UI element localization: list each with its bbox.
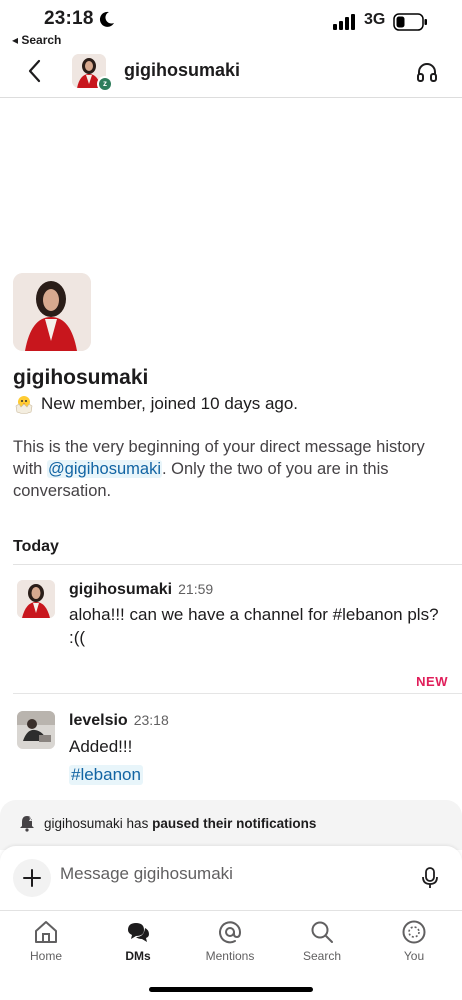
- banner-has: has: [122, 816, 153, 831]
- tab-label: You: [403, 949, 425, 963]
- you-icon: [402, 920, 426, 944]
- message-avatar[interactable]: [17, 580, 55, 618]
- message-text: aloha!!! can we have a channel for #leba…: [69, 605, 439, 647]
- tab-label: Search: [302, 949, 342, 963]
- bell-snooze-icon: z: [20, 816, 34, 832]
- status-bar: 23:18 ◂ Search 3G: [0, 0, 462, 50]
- profile-name[interactable]: gigihosumaki: [13, 366, 148, 390]
- tab-search[interactable]: Search: [282, 917, 362, 969]
- home-icon: [35, 921, 57, 943]
- home-indicator: [149, 987, 313, 992]
- conversation-header: z gigihosumaki: [0, 50, 462, 98]
- conversation-title[interactable]: gigihosumaki: [124, 60, 240, 81]
- microphone-icon[interactable]: [420, 866, 440, 890]
- tab-label: Mentions: [205, 949, 255, 963]
- bottom-tab-bar: Home DMs Mentions Search You: [0, 910, 462, 1000]
- headphones-icon[interactable]: [416, 61, 438, 83]
- divider: [13, 564, 462, 565]
- user-mention-link[interactable]: @gigihosumaki: [46, 460, 162, 478]
- moon-icon: [99, 11, 114, 27]
- message-input[interactable]: [60, 864, 400, 884]
- plus-icon: [23, 869, 41, 887]
- tab-home[interactable]: Home: [6, 917, 86, 969]
- search-icon: [311, 921, 333, 943]
- message-author[interactable]: gigihosumaki 21:59: [69, 581, 213, 599]
- profile-photo-icon: [13, 273, 91, 351]
- message-text: Added!!!: [69, 737, 133, 756]
- new-messages-divider: NEW: [0, 672, 462, 694]
- new-member-note: New member, joined 10 days ago.: [13, 393, 298, 415]
- channel-link[interactable]: #lebanon: [69, 765, 143, 785]
- new-label: NEW: [416, 674, 448, 689]
- conversation-intro: This is the very beginning of your direc…: [13, 436, 443, 502]
- status-time: 23:18: [44, 8, 94, 29]
- tab-you[interactable]: You: [374, 917, 454, 969]
- svg-text:z: z: [29, 816, 33, 823]
- message-avatar[interactable]: [17, 711, 55, 749]
- profile-photo-icon: [17, 580, 55, 618]
- mentions-icon: [219, 921, 242, 944]
- author-name[interactable]: levelsio: [69, 712, 128, 729]
- author-name[interactable]: gigihosumaki: [69, 581, 172, 598]
- message-composer: [0, 846, 462, 910]
- back-to-app-link[interactable]: ◂ Search: [12, 33, 61, 47]
- paused-notifications-banner: z gigihosumaki has paused their notifica…: [0, 800, 462, 850]
- banner-paused: paused their notifications: [152, 816, 317, 831]
- date-divider-label: Today: [13, 538, 59, 555]
- message-time: 23:18: [133, 712, 169, 728]
- profile-photo-icon: [17, 711, 55, 749]
- network-type: 3G: [364, 11, 386, 28]
- add-attachment-button[interactable]: [13, 859, 51, 897]
- tab-dms[interactable]: DMs: [98, 917, 178, 969]
- dms-icon: [128, 923, 149, 942]
- battery-icon: [393, 13, 427, 31]
- tab-label: Home: [29, 949, 62, 963]
- back-arrow-icon[interactable]: [24, 58, 46, 84]
- away-status-badge: z: [97, 76, 113, 92]
- hatching-chick-icon: [15, 396, 33, 414]
- message-time: 21:59: [178, 581, 214, 597]
- tab-label: DMs: [125, 949, 151, 963]
- paused-notifications-text: gigihosumaki has paused their notificati…: [44, 816, 316, 831]
- banner-user: gigihosumaki: [44, 816, 123, 831]
- tab-mentions[interactable]: Mentions: [190, 917, 270, 969]
- divider: [13, 693, 462, 694]
- signal-icon: [333, 14, 355, 30]
- profile-avatar[interactable]: [13, 273, 91, 351]
- message-author[interactable]: levelsio 23:18: [69, 712, 169, 730]
- new-member-text: New member, joined 10 days ago.: [41, 394, 299, 413]
